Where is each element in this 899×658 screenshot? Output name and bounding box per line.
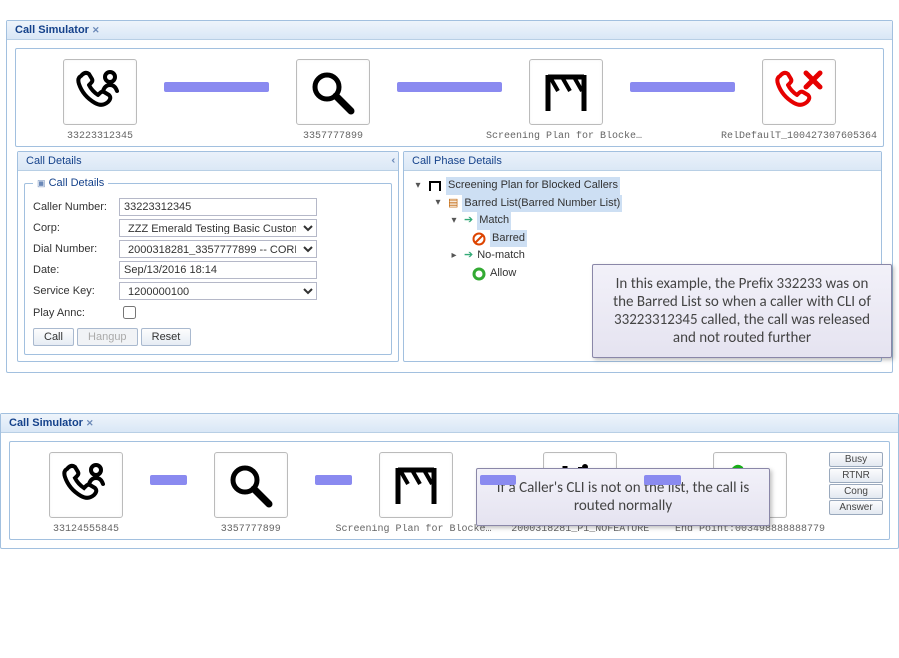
barrier-icon [390, 462, 442, 508]
service-key-label: Service Key: [33, 285, 119, 297]
screening-node: Screening Plan for Blocke.. [346, 452, 486, 535]
allow-mini-icon [472, 267, 486, 281]
caller-node: 33124555845 [16, 452, 156, 535]
cong-button[interactable]: Cong [829, 484, 883, 499]
screening-node-label: Screening Plan for Blocke.. [336, 524, 496, 535]
magnifier-icon [309, 69, 357, 115]
corp-select[interactable]: ZZZ Emerald Testing Basic Customer -- 5 [119, 219, 317, 237]
flow-link [480, 475, 517, 485]
flow-link [315, 475, 352, 485]
magnifier-icon [227, 462, 275, 508]
call-details-fieldset: ▣ Call Details Caller Number: Corp: ZZZ … [24, 177, 392, 355]
tree-nomatch[interactable]: No-match [477, 247, 525, 265]
tree-plus-icon[interactable]: ▸ [448, 248, 460, 264]
call-details-panel: Call Details ‹‹ ▣ Call Details Caller Nu… [17, 151, 399, 362]
flow-link [630, 82, 735, 92]
tree-screening[interactable]: Screening Plan for Blocked Callers [446, 177, 620, 195]
dial-node: 3357777899 [263, 59, 403, 142]
flow-link [644, 475, 681, 485]
arrow-mini-icon: ➔ [464, 247, 473, 265]
flow-link [150, 475, 187, 485]
tree-barred-list[interactable]: Barred List(Barred Number List) [462, 195, 622, 213]
caller-number-label: Caller Number: [33, 201, 119, 213]
list-mini-icon: ▤ [448, 195, 458, 213]
sim1-flow: 33223312345 3357777899 [16, 49, 883, 146]
callout-allowed: If a Caller's CLI is not on the list, th… [476, 468, 770, 526]
call-button[interactable]: Call [33, 328, 74, 346]
dial-node-label: 3357777899 [221, 524, 281, 535]
tree-minus-icon[interactable]: ▾ [412, 178, 424, 194]
arrow-mini-icon: ➔ [464, 212, 473, 230]
barrier-mini-icon [428, 179, 442, 193]
date-input[interactable] [119, 261, 317, 279]
caller-node: 33223312345 [30, 59, 170, 142]
caller-node-label: 33223312345 [67, 131, 133, 142]
rtnr-button[interactable]: RTNR [829, 468, 883, 483]
call-phase-header: Call Phase Details [404, 152, 881, 171]
busy-button[interactable]: Busy [829, 452, 883, 467]
screening-node-label: Screening Plan for Blocke.. [486, 131, 646, 142]
barrier-icon [540, 69, 592, 115]
tree-minus-icon[interactable]: ▾ [448, 213, 460, 229]
dial-number-select[interactable]: 2000318281_3357777899 -- CORPORA [119, 240, 317, 258]
call-details-header: Call Details ‹‹ [18, 152, 398, 171]
callout-blocked: In this example, the Prefix 332233 was o… [592, 264, 892, 358]
screening-node: Screening Plan for Blocke.. [496, 59, 636, 142]
tree-minus-icon[interactable]: ▾ [432, 195, 444, 211]
corp-label: Corp: [33, 222, 119, 234]
dial-number-label: Dial Number: [33, 243, 119, 255]
reset-button[interactable]: Reset [141, 328, 192, 346]
play-annc-checkbox[interactable] [123, 306, 136, 319]
phone-reject-icon [774, 69, 824, 115]
release-node: RelDefaulT_100427307605364 [729, 59, 869, 142]
date-label: Date: [33, 264, 119, 276]
flow-link [397, 82, 502, 92]
service-key-select[interactable]: 1200000100 [119, 282, 317, 300]
tree-allow[interactable]: Allow [490, 265, 516, 283]
sim2-title: Call Simulator ✕ [1, 414, 898, 433]
tree-barred[interactable]: Barred [490, 230, 527, 248]
tree-match[interactable]: Match [477, 212, 511, 230]
hangup-button: Hangup [77, 328, 138, 346]
dial-node-label: 3357777899 [303, 131, 363, 142]
caller-number-input[interactable] [119, 198, 317, 216]
dial-node: 3357777899 [181, 452, 321, 535]
sim1-title: Call Simulator ✕ [7, 21, 892, 40]
flow-link [164, 82, 269, 92]
answer-button[interactable]: Answer [829, 500, 883, 515]
phone-person-icon [61, 462, 111, 508]
phone-person-icon [75, 69, 125, 115]
caller-node-label: 33124555845 [53, 524, 119, 535]
play-annc-label: Play Annc: [33, 307, 119, 319]
release-node-label: RelDefaulT_100427307605364 [721, 131, 877, 142]
barred-mini-icon [472, 232, 486, 246]
